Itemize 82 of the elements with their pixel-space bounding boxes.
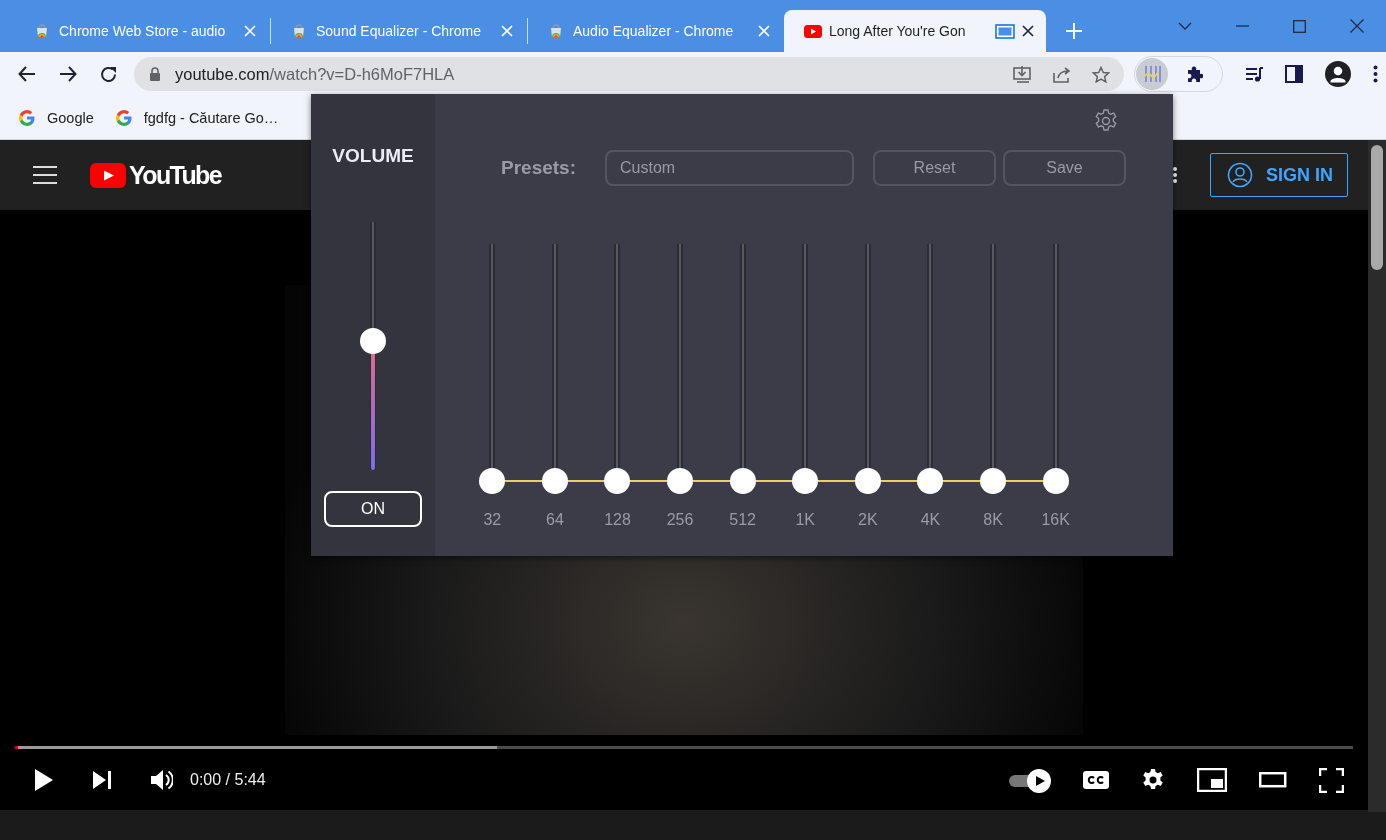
tab-title: Audio Equalizer - Chrome	[573, 23, 735, 39]
settings-icon[interactable]	[1141, 768, 1165, 792]
slider-thumb[interactable]	[980, 468, 1007, 494]
play-logo-icon	[90, 162, 126, 188]
browser-tab[interactable]: Audio Equalizer - Chrome	[528, 10, 784, 52]
shopping-bag-icon	[34, 23, 50, 39]
slider-thumb[interactable]	[792, 468, 819, 494]
frequency-label: 8K	[983, 511, 1003, 529]
save-button[interactable]: Save	[1003, 150, 1126, 186]
frequency-label: 1K	[795, 511, 816, 529]
slider-thumb[interactable]	[667, 468, 694, 494]
slider-thumb[interactable]	[604, 468, 631, 494]
reload-icon[interactable]	[100, 65, 117, 83]
frequency-label: 64	[546, 511, 564, 529]
slider-thumb[interactable]	[360, 328, 386, 355]
scrollbar[interactable]	[1368, 140, 1386, 812]
frequency-label: 4K	[920, 511, 941, 529]
maximize-icon[interactable]	[1293, 19, 1306, 33]
music-queue-icon[interactable]	[1245, 65, 1263, 83]
slider-thumb[interactable]	[541, 468, 568, 494]
frequency-label: 512	[729, 511, 756, 529]
extension-button[interactable]	[1136, 58, 1168, 90]
frequency-label: 16K	[1041, 511, 1070, 529]
forward-icon[interactable]	[59, 65, 77, 83]
frequency-label: 256	[666, 511, 694, 529]
logo-text: YouTube	[129, 160, 222, 190]
fullscreen-icon[interactable]	[1319, 767, 1344, 793]
theater-mode-icon[interactable]	[1259, 772, 1287, 788]
menu-icon[interactable]	[33, 166, 57, 184]
bookmark-item[interactable]: Google	[19, 109, 94, 126]
side-panel-icon[interactable]	[1285, 65, 1303, 83]
slider-thumb[interactable]	[729, 468, 756, 494]
progress-track[interactable]	[15, 746, 1353, 749]
scrollbar-thumb[interactable]	[1371, 145, 1383, 270]
reset-button[interactable]: Reset	[873, 150, 996, 186]
close-icon[interactable]	[1022, 25, 1034, 37]
time-display: 0:00 / 5:44	[190, 771, 266, 789]
slider-thumb[interactable]	[854, 468, 881, 494]
bookmark-item[interactable]: fgdfg - Căutare Go…	[115, 109, 279, 126]
new-tab-icon[interactable]	[1066, 23, 1082, 39]
more-icon[interactable]	[1173, 167, 1177, 183]
sign-in-button[interactable]: SIGN IN	[1210, 153, 1348, 197]
miniplayer-icon[interactable]	[1197, 768, 1227, 792]
tab-title: Chrome Web Store - audio	[59, 23, 227, 39]
slider-thumb[interactable]	[479, 468, 506, 494]
next-icon[interactable]	[93, 771, 111, 789]
shopping-bag-icon	[291, 23, 307, 39]
preset-field[interactable]: Custom	[605, 150, 854, 186]
frequency-label: 32	[483, 511, 502, 529]
play-icon[interactable]	[34, 769, 53, 791]
account-icon	[1227, 162, 1253, 188]
share-icon[interactable]	[1053, 65, 1070, 83]
power-button[interactable]: ON	[324, 491, 422, 527]
play-icon	[1035, 776, 1045, 786]
slider-thumb[interactable]	[1042, 468, 1069, 494]
presets-label: Presets:	[501, 157, 577, 179]
youtube-favicon-icon	[804, 22, 822, 40]
caret-icon[interactable]	[1178, 22, 1192, 30]
google-favicon-icon	[19, 109, 35, 126]
browser-tab[interactable]: Long After You're Gon	[784, 10, 1046, 52]
back-icon[interactable]	[18, 65, 36, 83]
frequency-label: 128	[604, 511, 631, 529]
slider-thumb[interactable]	[917, 468, 944, 494]
url-text: youtube.com/watch?v=D-h6MoF7HLA	[175, 64, 455, 84]
autoplay-toggle[interactable]	[1009, 767, 1051, 793]
subtitles-icon[interactable]	[1083, 771, 1109, 789]
volume-icon[interactable]	[151, 769, 173, 791]
google-favicon-icon	[115, 109, 132, 126]
tab-title: Long After You're Gon	[829, 23, 967, 39]
install-icon[interactable]	[1013, 65, 1031, 83]
profile-icon[interactable]	[1325, 61, 1351, 87]
address-bar[interactable]: youtube.com/watch?v=D-h6MoF7HLA	[134, 57, 1124, 91]
menu-icon[interactable]	[1373, 65, 1378, 83]
star-icon[interactable]	[1092, 65, 1110, 83]
tab-title: Sound Equalizer - Chrome	[316, 23, 482, 39]
extensions-icon[interactable]	[1185, 65, 1203, 83]
volume-title: VOLUME	[332, 145, 414, 167]
browser-tab[interactable]: Chrome Web Store - audio	[14, 10, 270, 52]
lock-icon[interactable]	[149, 67, 161, 81]
frequency-label: 2K	[858, 511, 878, 529]
shopping-bag-icon	[548, 23, 564, 39]
browser-tab[interactable]: Sound Equalizer - Chrome	[271, 10, 527, 52]
